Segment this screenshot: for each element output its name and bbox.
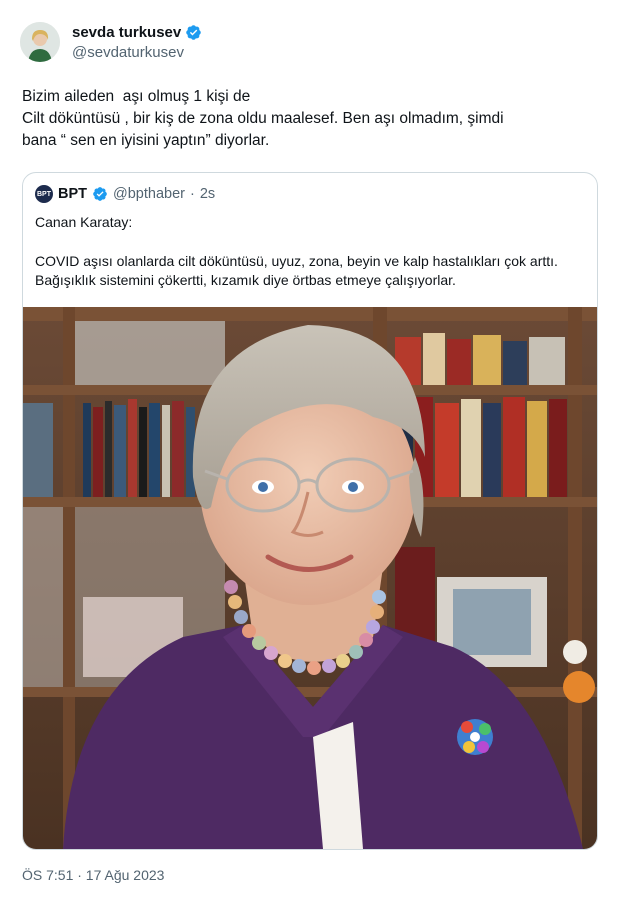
verified-badge-icon — [93, 187, 107, 201]
quoted-tweet[interactable]: BPT BPT @bpthaber · 2s Canan Karatay: CO… — [22, 172, 598, 850]
tweet-text: Bizim aileden aşı olmuş 1 kişi de Cilt d… — [22, 88, 504, 149]
quoted-text-line: Canan Karatay: — [35, 214, 133, 230]
quoted-tweet-text: Canan Karatay: COVID aşısı olanlarda cil… — [35, 213, 587, 291]
quoted-text-paragraph: COVID aşısı olanlarda cilt döküntüsü, uy… — [35, 252, 558, 289]
tweet-timestamp[interactable]: ÖS 7:51 · 17 Ağu 2023 — [22, 867, 164, 883]
quoted-separator: · — [189, 186, 195, 202]
avatar-photo-icon — [20, 22, 60, 62]
portrait-photo-icon[interactable] — [23, 307, 597, 849]
verified-badge-icon — [186, 24, 201, 40]
tweet-header: sevda turkusev @sevdaturkusev — [20, 22, 202, 62]
quoted-handle[interactable]: @bpthaber — [113, 186, 185, 202]
quoted-time[interactable]: 2s — [200, 186, 215, 202]
avatar[interactable] — [20, 22, 60, 62]
author-handle[interactable]: @sevdaturkusev — [72, 44, 202, 61]
author-display-name[interactable]: sevda turkusev — [72, 24, 181, 41]
quoted-tweet-header: BPT BPT @bpthaber · 2s — [35, 185, 215, 203]
bpt-logo-icon[interactable]: BPT — [35, 185, 53, 203]
quoted-display-name[interactable]: BPT — [58, 186, 87, 202]
